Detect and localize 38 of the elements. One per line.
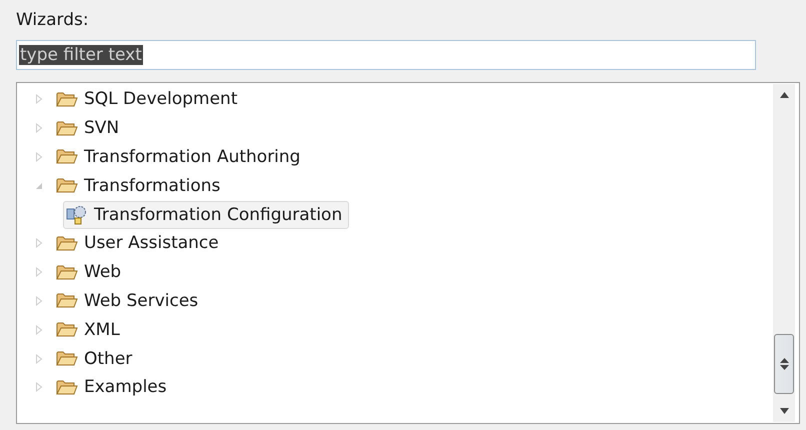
scroll-down-arrow-icon[interactable] [780,408,788,414]
expand-triangle-icon[interactable] [33,382,45,392]
folder-icon [56,177,78,194]
folder-icon [56,292,78,310]
folder-icon [56,234,78,252]
tree-item[interactable]: Web [53,258,128,286]
scrollbar-thumb[interactable] [774,334,794,394]
tree-item[interactable]: Examples [53,373,174,402]
tree-item[interactable]: Web Services [53,286,206,315]
tree-item[interactable]: Other [53,344,140,373]
folder-icon [56,350,78,368]
filter-field[interactable]: type filter text [16,40,756,70]
tree-item[interactable]: XML [53,316,127,344]
folder-icon [56,148,78,166]
wizards-label: Wizards: [16,9,90,32]
folder-icon [56,120,78,137]
scroll-up-arrow-icon[interactable] [780,92,788,98]
grip-icon [780,357,788,371]
expand-triangle-icon[interactable] [33,324,45,335]
expand-triangle-icon[interactable] [33,238,45,248]
tree-item[interactable]: Transformation Configuration [63,200,350,229]
tree-item[interactable]: SVN [53,114,126,142]
folder-icon [56,378,78,396]
expand-triangle-icon[interactable] [33,152,45,162]
tree-item[interactable]: SQL Development [53,85,244,114]
tree-item[interactable]: Transformations [53,172,228,200]
folder-icon [56,90,78,108]
expand-triangle-icon[interactable] [33,354,45,364]
tree-item[interactable]: Transformation Authoring [53,142,308,171]
tree-item[interactable]: User Assistance [53,229,226,258]
scrollbar[interactable] [773,84,795,422]
folder-icon [56,321,78,338]
expand-triangle-icon[interactable] [33,267,45,278]
expand-triangle-icon[interactable] [33,296,45,306]
expand-triangle-icon[interactable] [33,94,45,104]
expand-triangle-icon[interactable] [33,123,45,134]
wizard-icon [66,204,88,225]
folder-icon [56,264,78,281]
